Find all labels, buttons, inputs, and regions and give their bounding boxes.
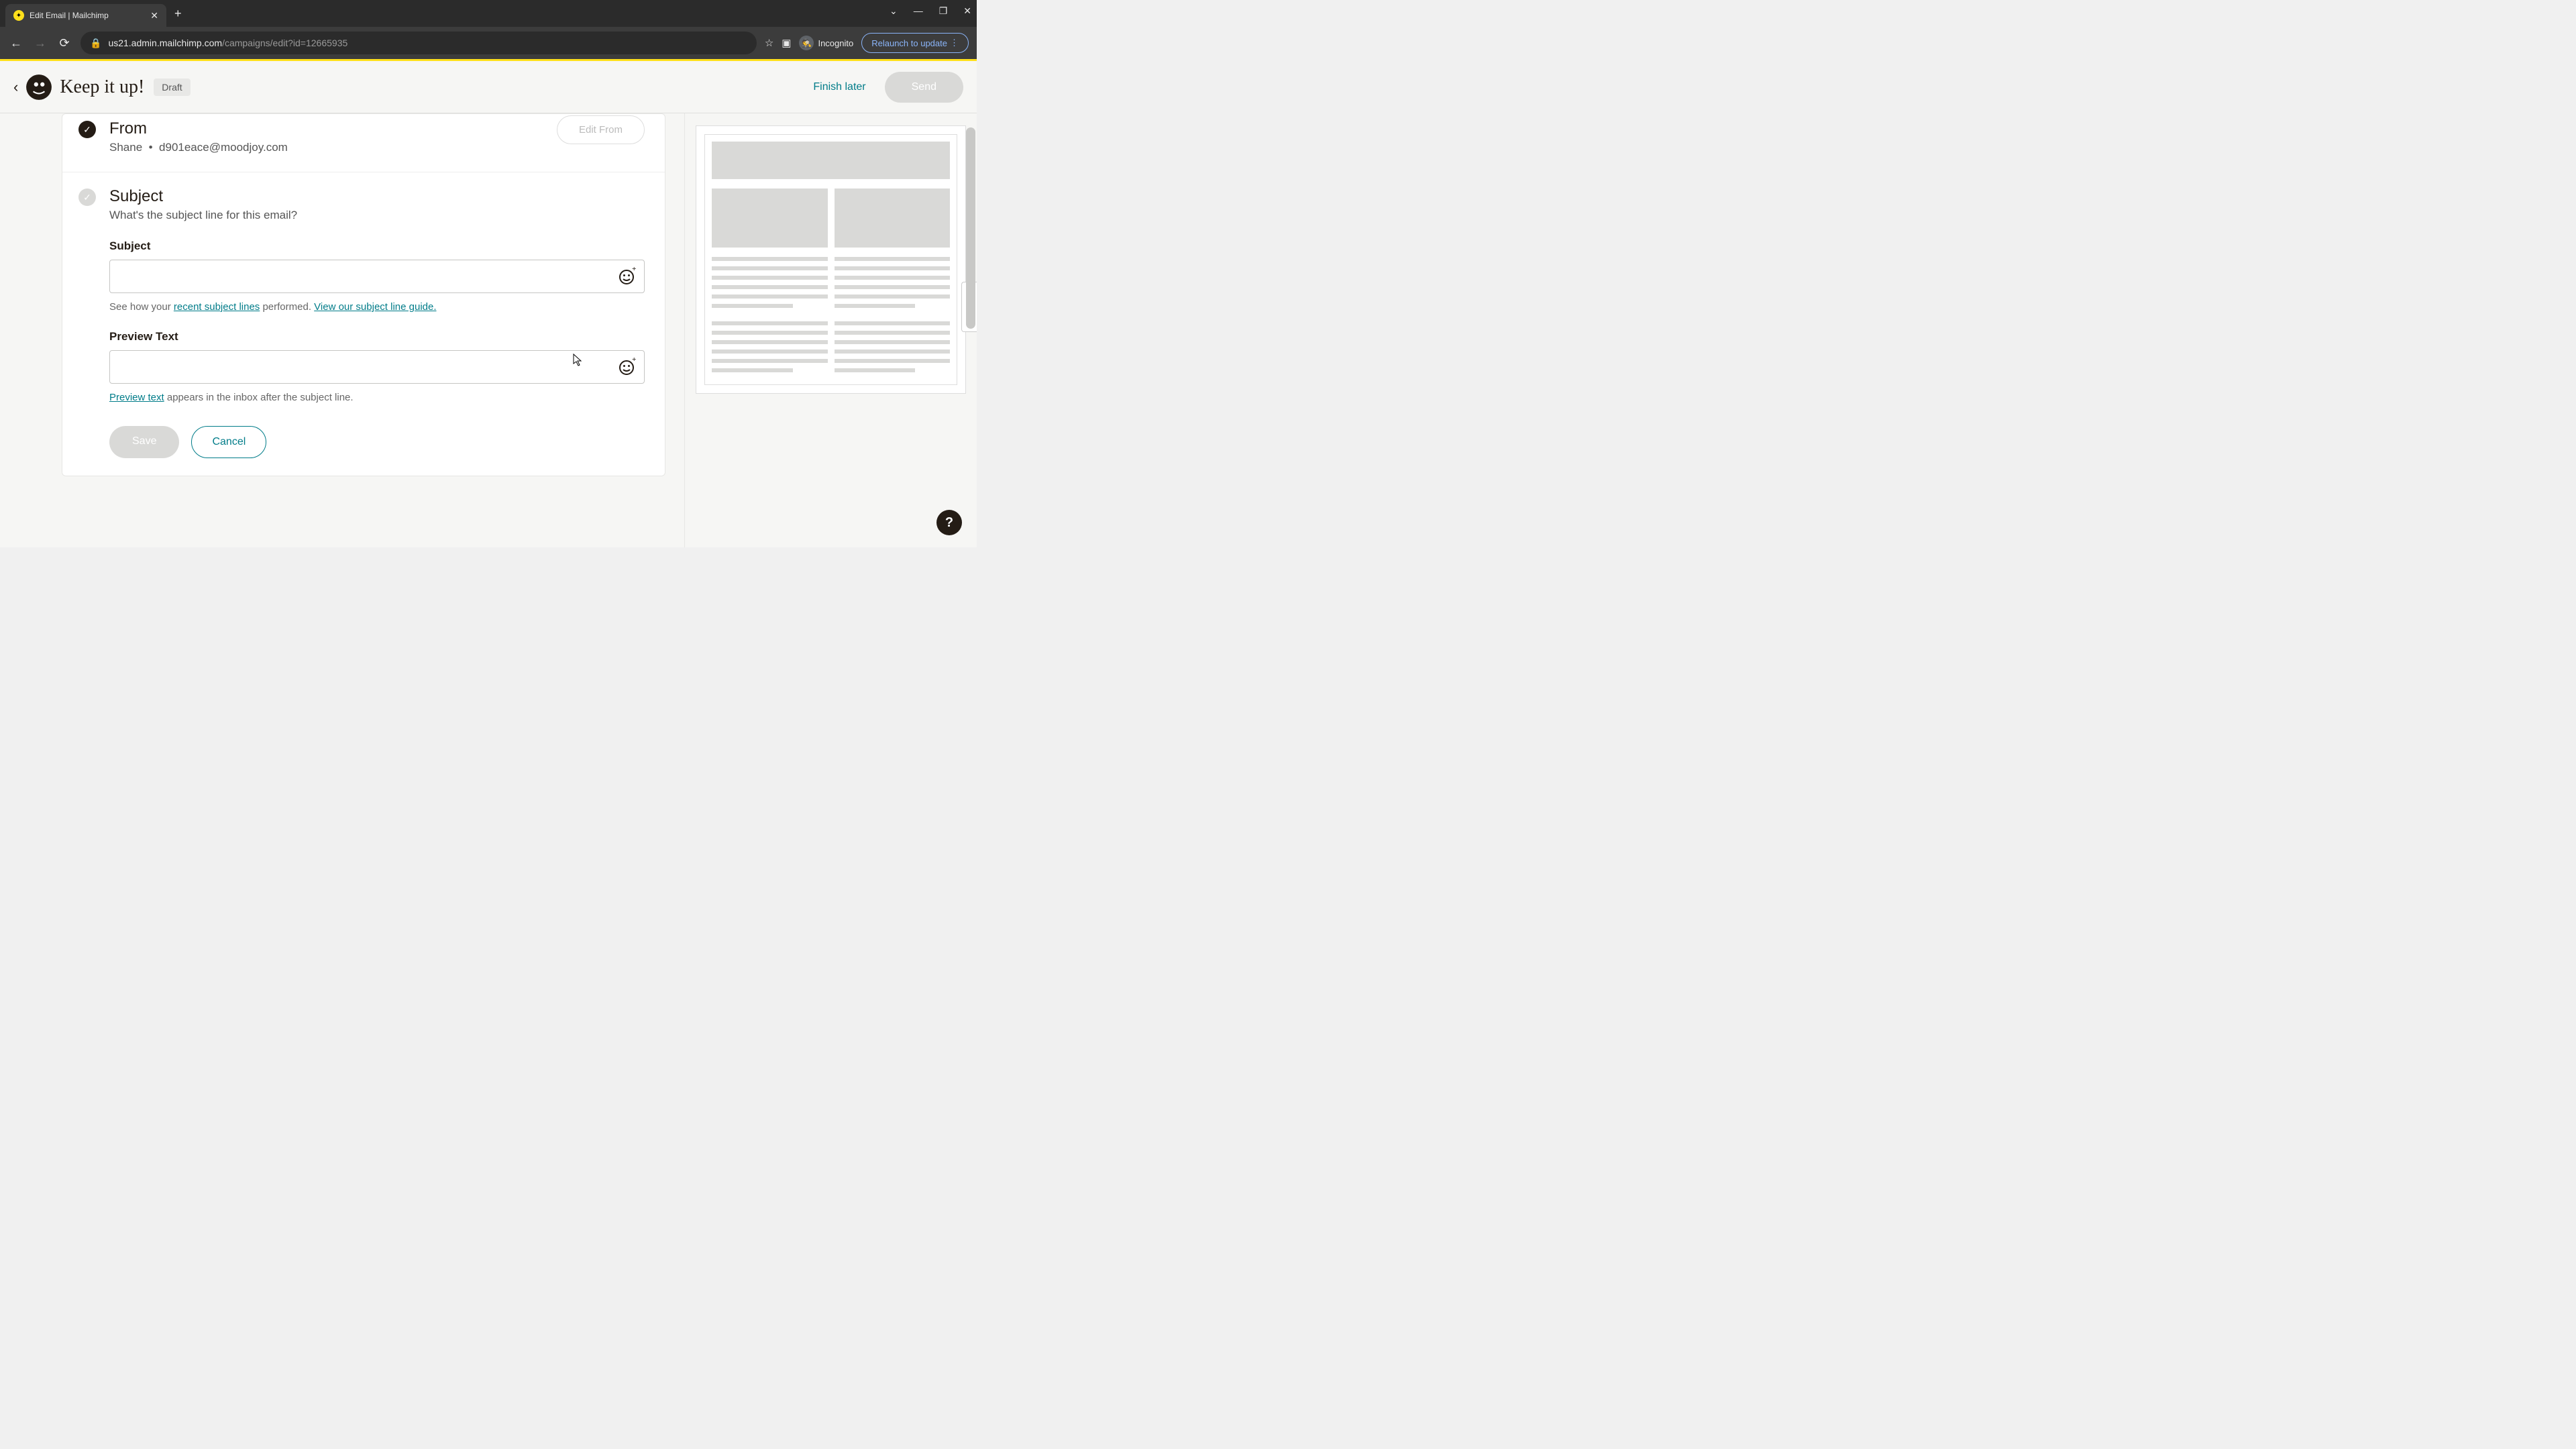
incognito-label: Incognito	[818, 38, 853, 48]
subject-actions: Save Cancel	[109, 426, 645, 458]
pending-check-icon: ✓	[78, 189, 96, 206]
subject-title: Subject	[109, 187, 645, 206]
from-email: d901eace@moodjoy.com	[159, 141, 288, 154]
subject-field-wrap: +	[109, 260, 645, 293]
preview-helper: Preview text appears in the inbox after …	[109, 392, 645, 403]
save-button[interactable]: Save	[109, 426, 179, 458]
subject-line-guide-link[interactable]: View our subject line guide.	[314, 301, 436, 313]
url-field[interactable]: 🔒 us21.admin.mailchimp.com/campaigns/edi…	[80, 32, 757, 54]
skeleton-box	[835, 189, 951, 248]
campaign-name: Keep it up!	[60, 76, 144, 98]
bookmark-icon[interactable]: ☆	[765, 37, 773, 49]
preview-column	[684, 113, 977, 547]
finish-later-button[interactable]: Finish later	[813, 81, 865, 93]
scrollbar-thumb[interactable]	[966, 127, 975, 329]
subject-question: What's the subject line for this email?	[109, 209, 645, 222]
mailchimp-logo	[25, 73, 53, 101]
preview-text-link[interactable]: Preview text	[109, 392, 164, 403]
url-path: /campaigns/edit?id=12665935	[222, 38, 347, 48]
lock-icon: 🔒	[90, 38, 101, 49]
help-button[interactable]: ?	[936, 510, 962, 535]
panel-icon[interactable]: ▣	[782, 37, 791, 49]
close-tab-icon[interactable]: ✕	[150, 10, 158, 21]
app-header: ‹ Keep it up! Draft Finish later Send	[0, 61, 977, 113]
subject-helper: See how your recent subject lines perfor…	[109, 301, 645, 313]
window-controls: ⌄ — ❐ ✕	[890, 5, 971, 17]
edit-from-button[interactable]: Edit From	[557, 115, 645, 144]
cancel-button[interactable]: Cancel	[191, 426, 266, 458]
draft-badge: Draft	[154, 78, 190, 96]
preview-text-input[interactable]	[109, 350, 645, 384]
editor-card: ✓ From Shane • d901eace@moodjoy.com Edit…	[62, 113, 665, 476]
emoji-picker-icon[interactable]: +	[618, 358, 637, 376]
tabs-dropdown-icon[interactable]: ⌄	[890, 5, 898, 17]
tab-bar: ✦ Edit Email | Mailchimp ✕ +	[0, 0, 977, 27]
subject-section: ✓ Subject What's the subject line for th…	[62, 172, 665, 476]
new-tab-button[interactable]: +	[174, 7, 182, 21]
incognito-badge: 🕵 Incognito	[799, 36, 853, 50]
from-summary: Shane • d901eace@moodjoy.com	[109, 141, 645, 154]
preview-field-wrap: +	[109, 350, 645, 384]
back-button[interactable]: ←	[8, 36, 24, 50]
tab-title: Edit Email | Mailchimp	[30, 11, 145, 20]
skeleton-box	[712, 189, 828, 248]
address-bar: ← → ⟳ 🔒 us21.admin.mailchimp.com/campaig…	[0, 27, 977, 59]
emoji-picker-icon[interactable]: +	[618, 267, 637, 286]
relaunch-button[interactable]: Relaunch to update ⋮	[861, 33, 969, 53]
reload-button[interactable]: ⟳	[56, 36, 72, 50]
preview-helper-rest: appears in the inbox after the subject l…	[164, 392, 354, 403]
svg-text:+: +	[632, 267, 636, 273]
browser-tab[interactable]: ✦ Edit Email | Mailchimp ✕	[5, 4, 166, 27]
back-chevron-icon[interactable]: ‹	[13, 78, 18, 96]
subject-input[interactable]	[109, 260, 645, 293]
send-button[interactable]: Send	[885, 72, 963, 103]
svg-text:+: +	[632, 358, 636, 364]
skeleton-hero	[712, 142, 950, 179]
from-separator: •	[149, 141, 153, 154]
from-section: ✓ From Shane • d901eace@moodjoy.com Edit…	[62, 114, 665, 172]
email-preview-skeleton	[696, 125, 966, 394]
browser-chrome: ✦ Edit Email | Mailchimp ✕ + ⌄ — ❐ ✕ ← →…	[0, 0, 977, 59]
subject-field-label: Subject	[109, 239, 645, 253]
editor-column: ✓ From Shane • d901eace@moodjoy.com Edit…	[0, 113, 684, 547]
check-icon: ✓	[78, 121, 96, 138]
helper-text-mid: performed.	[260, 301, 314, 313]
mailchimp-favicon: ✦	[13, 10, 24, 21]
relaunch-label: Relaunch to update	[871, 38, 947, 48]
kebab-icon: ⋮	[950, 38, 959, 48]
helper-text: See how your	[109, 301, 174, 313]
recent-subject-lines-link[interactable]: recent subject lines	[174, 301, 260, 313]
minimize-icon[interactable]: —	[914, 5, 923, 17]
main-content: ✓ From Shane • d901eace@moodjoy.com Edit…	[0, 113, 977, 547]
preview-text-label: Preview Text	[109, 330, 645, 343]
close-window-icon[interactable]: ✕	[963, 5, 971, 17]
incognito-icon: 🕵	[799, 36, 814, 50]
url-host: us21.admin.mailchimp.com	[108, 38, 222, 48]
from-name: Shane	[109, 141, 142, 154]
forward-button[interactable]: →	[32, 36, 48, 50]
maximize-icon[interactable]: ❐	[939, 5, 948, 17]
